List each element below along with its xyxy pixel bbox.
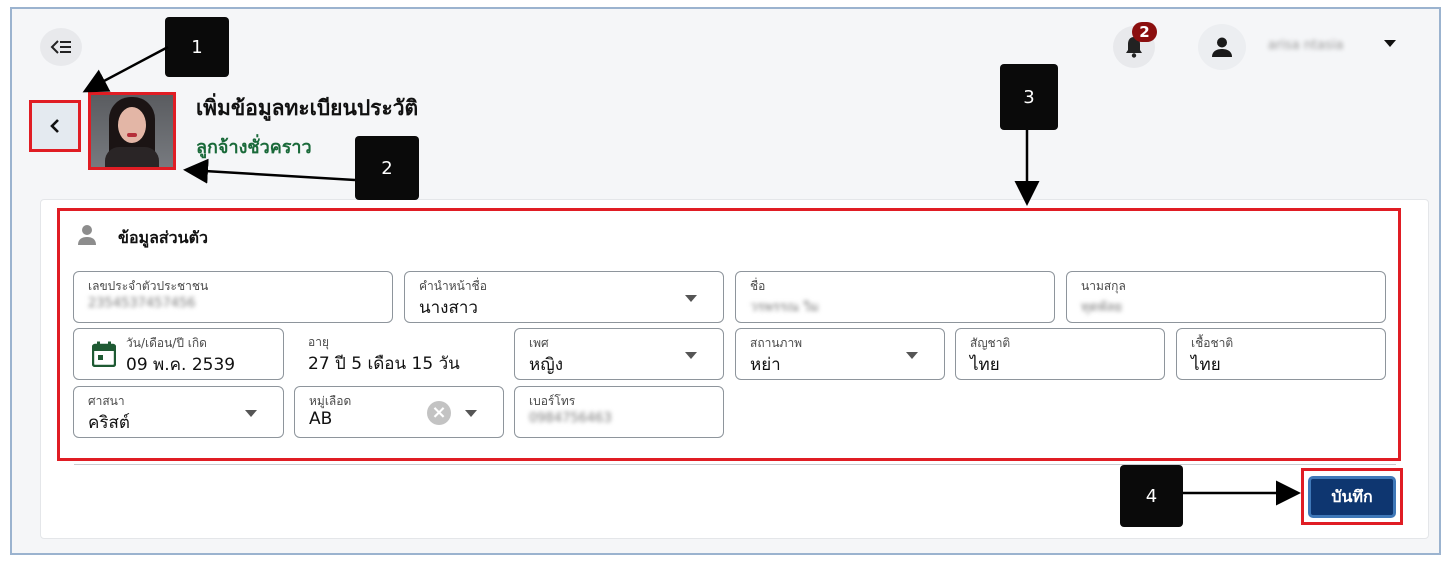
callout-2: 2 — [355, 136, 419, 200]
gender-value[interactable]: หญิง — [529, 351, 563, 378]
nationality-value[interactable]: ไทย — [970, 351, 1000, 378]
user-avatar-button[interactable] — [1198, 24, 1246, 70]
birth-date-field[interactable]: วัน/เดือน/ปี เกิด 09 พ.ค. 2539 — [73, 328, 284, 380]
account-icon — [1212, 37, 1232, 57]
birth-date-value[interactable]: 09 พ.ค. 2539 — [126, 351, 235, 378]
dropdown-arrow-icon[interactable] — [685, 352, 697, 359]
section-title: ข้อมูลส่วนตัว — [118, 228, 208, 247]
last-name-value[interactable]: ทุดพัลย — [1081, 296, 1122, 317]
page-title: เพิ่มข้อมูลทะเบียนประวัติ — [196, 96, 419, 120]
dropdown-arrow-icon[interactable] — [245, 410, 257, 417]
age-display: อายุ 27 ปี 5 เดือน 15 วัน — [294, 328, 505, 380]
blood-type-value[interactable]: AB — [309, 409, 332, 429]
notification-badge: 2 — [1132, 22, 1157, 42]
divider — [74, 464, 1396, 465]
first-name-field[interactable]: ชื่อ วรพรรณ วิม — [735, 271, 1055, 323]
prefix-value[interactable]: นางสาว — [419, 294, 478, 321]
phone-value[interactable]: 0984756463 — [529, 411, 612, 426]
profile-photo[interactable] — [88, 92, 176, 170]
menu-collapse-icon — [50, 40, 71, 54]
national-id-value[interactable]: 2354537457456 — [88, 296, 196, 311]
prefix-select[interactable]: คำนำหน้าชื่อ นางสาว — [404, 271, 724, 323]
religion-select[interactable]: ศาสนา คริสต์ — [73, 386, 284, 438]
marital-status-value[interactable]: หย่า — [750, 351, 781, 378]
last-name-label: นามสกุล — [1081, 279, 1126, 293]
ethnicity-field[interactable]: เชื้อชาติ ไทย — [1176, 328, 1386, 380]
calendar-icon[interactable] — [92, 341, 116, 367]
phone-field[interactable]: เบอร์โทร 0984756463 — [514, 386, 724, 438]
blood-type-select[interactable]: หมู่เลือด AB × — [294, 386, 504, 438]
dropdown-arrow-icon[interactable] — [685, 295, 697, 302]
ethnicity-value[interactable]: ไทย — [1191, 351, 1221, 378]
chevron-down-icon[interactable] — [1384, 40, 1396, 47]
callout-1: 1 — [165, 17, 229, 77]
gender-select[interactable]: เพศ หญิง — [514, 328, 724, 380]
last-name-field[interactable]: นามสกุล ทุดพัลย — [1066, 271, 1386, 323]
dropdown-arrow-icon[interactable] — [906, 352, 918, 359]
nationality-field[interactable]: สัญชาติ ไทย — [955, 328, 1165, 380]
religion-value[interactable]: คริสต์ — [88, 409, 130, 436]
marital-status-select[interactable]: สถานภาพ หย่า — [735, 328, 945, 380]
first-name-label: ชื่อ — [750, 279, 766, 293]
national-id-label: เลขประจำตัวประชาชน — [88, 279, 209, 293]
chevron-left-icon — [50, 119, 59, 133]
callout-4: 4 — [1120, 465, 1183, 527]
dropdown-arrow-icon[interactable] — [465, 410, 477, 417]
age-value: 27 ปี 5 เดือน 15 วัน — [308, 354, 460, 374]
user-name[interactable]: arisa ntasia — [1268, 38, 1343, 53]
national-id-field[interactable]: เลขประจำตัวประชาชน 2354537457456 — [73, 271, 393, 323]
first-name-value[interactable]: วรพรรณ วิม — [750, 296, 819, 317]
clear-icon[interactable]: × — [427, 401, 451, 425]
phone-label: เบอร์โทร — [529, 394, 576, 408]
menu-toggle-button[interactable] — [40, 28, 82, 66]
callout-3: 3 — [1000, 64, 1058, 130]
page-subtitle: ลูกจ้างชั่วคราว — [196, 137, 312, 158]
person-icon — [78, 225, 96, 245]
back-button[interactable] — [29, 100, 81, 152]
save-button[interactable]: บันทึก — [1308, 476, 1396, 518]
